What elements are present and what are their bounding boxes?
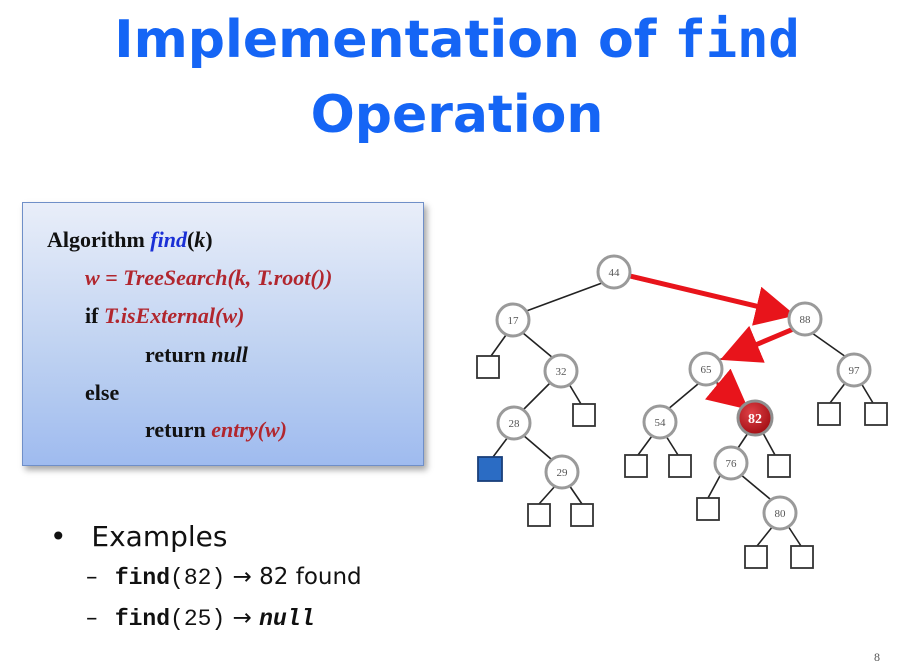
edge-54-leaf1	[637, 435, 653, 456]
example2-args: (25)	[170, 606, 226, 632]
edge-29-leaf1	[538, 484, 557, 505]
external-node	[570, 503, 594, 527]
node-label-82: 82	[748, 412, 762, 427]
page-number: 8	[874, 650, 880, 664]
tree-node-28: 28	[496, 405, 532, 441]
node-label-76: 76	[726, 458, 738, 470]
example-row-2: – find(25) → null	[86, 605, 314, 632]
external-node	[864, 402, 888, 426]
path-arrow-88-65	[720, 325, 794, 363]
edge-32-28	[522, 381, 552, 411]
edge-54-leaf2	[665, 435, 679, 456]
node-label-29: 29	[557, 467, 569, 479]
external-node	[696, 497, 720, 521]
edge-76-leaf	[707, 473, 722, 499]
dash-icon: –	[86, 605, 98, 631]
tree-node-17: 17	[495, 302, 531, 338]
node-label-17: 17	[508, 315, 520, 327]
bullet-icon: •	[50, 520, 67, 553]
node-label-44: 44	[609, 267, 621, 279]
edge-65-54	[666, 383, 699, 411]
edge-82-leaf	[762, 432, 776, 456]
external-node	[476, 355, 500, 379]
tree-node-88: 88	[787, 301, 823, 337]
tree-node-32: 32	[543, 353, 579, 389]
edge-88-97	[811, 332, 847, 358]
examples-heading-row: • Examples	[50, 520, 227, 553]
tree-node-54: 54	[642, 404, 678, 440]
tree-node-82: 82	[736, 399, 774, 437]
edge-17-leaf	[490, 334, 507, 357]
right-arrow-icon: →	[232, 605, 252, 631]
node-label-80: 80	[775, 508, 787, 520]
dash-icon: –	[86, 564, 98, 590]
edge-17-32	[522, 332, 554, 359]
tree-node-65: 65	[688, 351, 724, 387]
tree-node-76: 76	[713, 445, 749, 481]
edge-28-29	[522, 434, 552, 460]
edge-44-17	[520, 282, 603, 314]
edge-29-leaf2	[568, 484, 583, 505]
external-nodes	[476, 355, 888, 569]
external-node-highlighted	[477, 456, 503, 482]
external-node	[668, 454, 692, 478]
edge-80-leaf1	[756, 525, 774, 547]
path-arrow-44-88	[627, 273, 796, 326]
path-arrow-65-82	[704, 368, 749, 410]
external-node	[624, 454, 648, 478]
example2-result: null	[259, 606, 315, 632]
node-label-28: 28	[509, 418, 521, 430]
example-row-1: – find(82) → 82 found	[86, 564, 362, 591]
external-node	[790, 545, 814, 569]
external-node	[527, 503, 551, 527]
edge-80-leaf2	[787, 525, 802, 547]
external-node	[817, 402, 841, 426]
edge-97-leaf2	[860, 382, 874, 404]
tree-node-29: 29	[544, 454, 580, 490]
example1-code: find	[114, 565, 171, 591]
edge-97-leaf1	[829, 381, 847, 404]
edge-76-80	[739, 473, 771, 500]
edge-32-leaf	[568, 383, 582, 405]
tree-node-97: 97	[836, 352, 872, 388]
example1-result: 82 found	[259, 564, 362, 590]
right-arrow-icon: →	[232, 564, 252, 590]
node-label-65: 65	[701, 364, 713, 376]
node-label-88: 88	[800, 314, 812, 326]
external-node	[744, 545, 768, 569]
external-node	[572, 403, 596, 427]
edge-28-bluesq	[492, 436, 509, 458]
node-label-54: 54	[655, 417, 667, 429]
node-label-32: 32	[556, 366, 567, 378]
example1-args: (82)	[170, 565, 226, 591]
example2-code: find	[114, 606, 171, 632]
node-label-97: 97	[849, 365, 861, 377]
tree-node-80: 80	[762, 495, 798, 531]
external-node	[767, 454, 791, 478]
examples-heading: Examples	[91, 520, 228, 553]
tree-node-44: 44	[596, 254, 632, 290]
